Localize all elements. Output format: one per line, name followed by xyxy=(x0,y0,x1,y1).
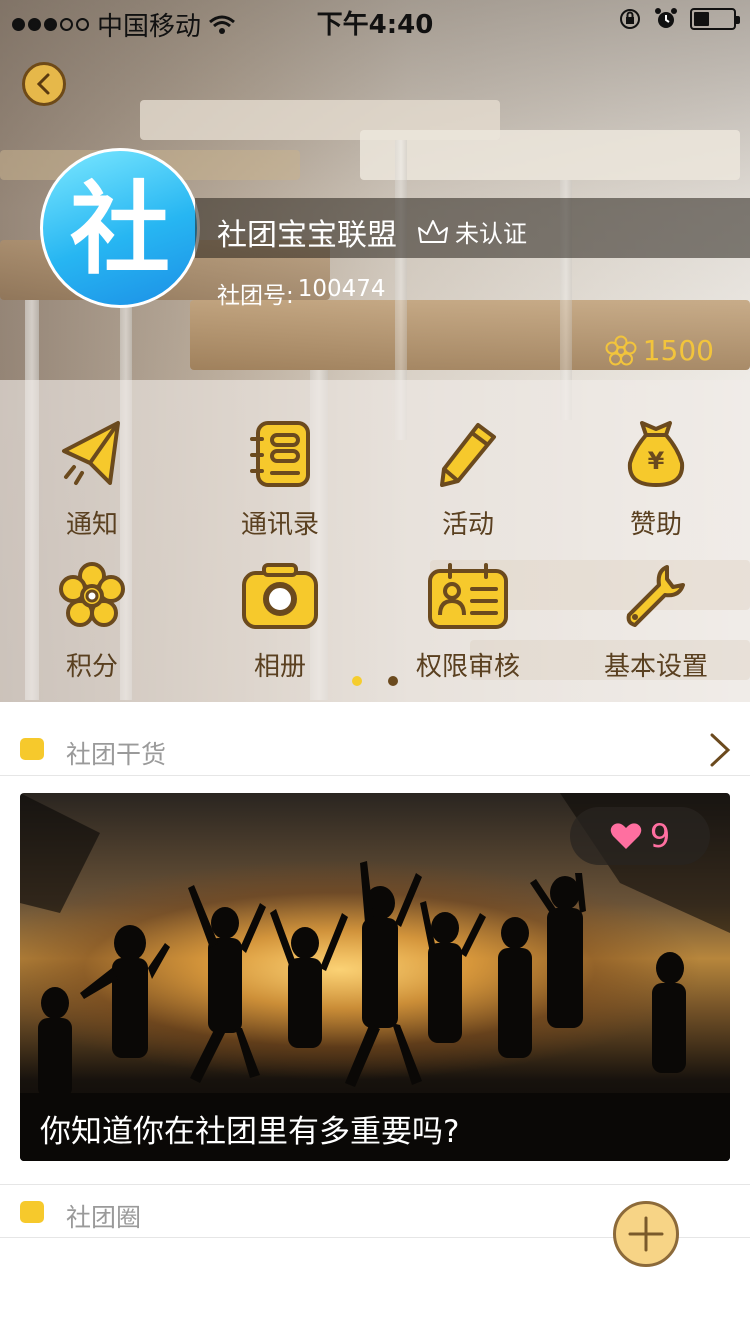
crown-icon xyxy=(418,219,448,243)
page-dot[interactable] xyxy=(388,676,398,686)
paper-plane-icon xyxy=(62,421,120,485)
certification-status[interactable]: 未认证 xyxy=(417,214,527,249)
svg-text:¥: ¥ xyxy=(648,447,665,475)
section-marker xyxy=(20,738,44,760)
points-badge[interactable]: 1500 xyxy=(605,334,714,367)
club-name: 社团宝宝联盟 xyxy=(217,218,397,253)
article-title: 你知道你在社团里有多重要吗? xyxy=(40,1114,460,1150)
section-marker xyxy=(20,1201,44,1223)
menu-label: 活动 xyxy=(441,510,494,540)
club-id-label: 社团号: xyxy=(217,283,294,309)
cert-label: 未认证 xyxy=(455,220,527,248)
menu-item-activity[interactable]: 活动 xyxy=(398,414,538,541)
club-id-value: 100474 xyxy=(297,276,386,302)
back-button[interactable] xyxy=(22,62,66,106)
flower-outline-icon xyxy=(605,335,637,365)
like-count: 9 xyxy=(649,817,671,855)
points-value: 1500 xyxy=(642,334,714,367)
heart-icon xyxy=(610,823,642,849)
article-card[interactable]: 9 你知道你在社团里有多重要吗? xyxy=(20,793,730,1161)
section-header-dry-goods[interactable]: 社团干货 xyxy=(0,722,750,776)
menu-item-points[interactable]: 积分 xyxy=(22,556,162,683)
add-post-button[interactable] xyxy=(613,1201,679,1267)
menu-item-album[interactable]: 相册 xyxy=(210,556,350,683)
alarm-icon xyxy=(655,8,677,28)
avatar-text: 社 xyxy=(70,171,170,288)
menu-item-notice[interactable]: 通知 xyxy=(22,414,162,541)
battery-icon xyxy=(690,8,740,30)
money-bag-icon: ¥ xyxy=(627,421,685,487)
section-title: 社团干货 xyxy=(66,740,167,769)
flower-icon xyxy=(59,562,125,627)
rotation-lock-icon xyxy=(620,9,640,29)
status-bar: 中国移动 下午4:40 xyxy=(0,0,750,42)
wrench-icon xyxy=(626,565,685,627)
pencil-icon xyxy=(440,423,496,487)
club-avatar[interactable]: 社 xyxy=(40,148,200,308)
camera-icon xyxy=(242,563,318,629)
menu-label: 通讯录 xyxy=(240,510,319,540)
section-title: 社团圈 xyxy=(66,1203,142,1232)
menu-item-settings[interactable]: 基本设置 xyxy=(586,556,726,683)
menu-item-permission-review[interactable]: 权限审核 xyxy=(398,556,538,683)
menu-label: 通知 xyxy=(65,510,118,540)
like-counter[interactable]: 9 xyxy=(570,807,710,865)
chevron-left-icon xyxy=(36,73,50,95)
address-book-icon xyxy=(250,421,310,487)
page-indicator[interactable] xyxy=(0,676,750,686)
desk-shape xyxy=(360,130,740,180)
plus-icon xyxy=(628,1216,664,1252)
menu-item-sponsor[interactable]: ¥ 赞助 xyxy=(586,414,726,541)
page-dot-active[interactable] xyxy=(352,676,362,686)
club-id: 社团号: 100474 xyxy=(217,276,386,310)
menu-label: 赞助 xyxy=(629,510,682,540)
id-card-icon xyxy=(428,563,508,629)
chevron-right-icon[interactable] xyxy=(708,732,732,768)
menu-item-contacts[interactable]: 通讯录 xyxy=(210,414,350,541)
